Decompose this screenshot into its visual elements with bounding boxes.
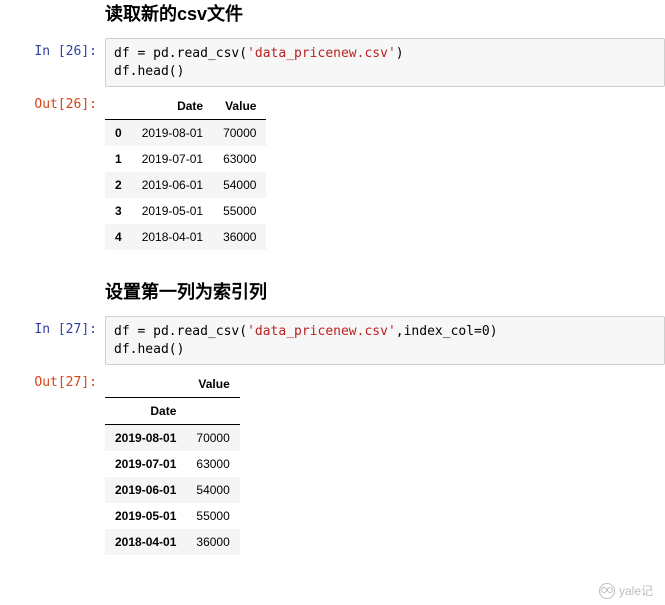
input-prompt: In [26]:: [0, 38, 105, 87]
table-row: 0 2019-08-01 70000: [105, 120, 266, 147]
row-index: 2019-05-01: [105, 503, 186, 529]
table-row: 2019-08-01 70000: [105, 425, 240, 452]
table-row: 4 2018-04-01 36000: [105, 224, 266, 250]
blank-header: [186, 398, 239, 425]
code-token: df.head(): [114, 342, 184, 357]
output-cell: Out[27]: Value Date 2019-08-01 7: [0, 367, 665, 557]
code-input[interactable]: df = pd.read_csv('data_pricenew.csv',ind…: [105, 316, 665, 365]
output-prompt: Out[27]:: [0, 369, 105, 555]
cell: 70000: [213, 120, 266, 147]
cell: 2019-07-01: [132, 146, 213, 172]
column-header: Value: [213, 93, 266, 120]
table-row: 2019-06-01 54000: [105, 477, 240, 503]
code-token: df = pd.read_csv(: [114, 46, 247, 61]
table-row: 2 2019-06-01 54000: [105, 172, 266, 198]
code-string: 'data_pricenew.csv': [247, 46, 396, 61]
row-index: 4: [105, 224, 132, 250]
code-token: ): [396, 46, 404, 61]
code-token: ,index_col=0): [396, 324, 498, 339]
row-index: 0: [105, 120, 132, 147]
row-index: 1: [105, 146, 132, 172]
code-cell: In [27]: df = pd.read_csv('data_pricenew…: [0, 314, 665, 367]
code-string: 'data_pricenew.csv': [247, 324, 396, 339]
cell: 55000: [186, 503, 239, 529]
column-header: Date: [132, 93, 213, 120]
cell: 36000: [213, 224, 266, 250]
code-token: df = pd.read_csv(: [114, 324, 247, 339]
markdown-heading: 读取新的csv文件: [0, 0, 665, 26]
dataframe-table: Date Value 0 2019-08-01 70000 1 2019-07-…: [105, 93, 266, 250]
output-prompt: Out[26]:: [0, 91, 105, 250]
table-row: 2019-07-01 63000: [105, 451, 240, 477]
row-index: 2: [105, 172, 132, 198]
cell: 54000: [213, 172, 266, 198]
code-token: df.head(): [114, 64, 184, 79]
cell: 2019-06-01: [132, 172, 213, 198]
code-input[interactable]: df = pd.read_csv('data_pricenew.csv') df…: [105, 38, 665, 87]
cell: 55000: [213, 198, 266, 224]
row-index: 2019-06-01: [105, 477, 186, 503]
index-header: [105, 371, 186, 398]
cell: 54000: [186, 477, 239, 503]
index-header: [105, 93, 132, 120]
cell: 63000: [186, 451, 239, 477]
cell: 2019-08-01: [132, 120, 213, 147]
table-row: 2019-05-01 55000: [105, 503, 240, 529]
code-cell: In [26]: df = pd.read_csv('data_pricenew…: [0, 36, 665, 89]
table-row: 1 2019-07-01 63000: [105, 146, 266, 172]
column-header: Value: [186, 371, 239, 398]
wechat-icon: [599, 583, 615, 599]
row-index: 2019-08-01: [105, 425, 186, 452]
row-index: 2018-04-01: [105, 529, 186, 555]
dataframe-table: Value Date 2019-08-01 70000 2019-07-01 6…: [105, 371, 240, 555]
cell: 2019-05-01: [132, 198, 213, 224]
watermark-text: yale记: [619, 582, 653, 599]
cell: 70000: [186, 425, 239, 452]
output-cell: Out[26]: Date Value 0 2019-08-01 70000: [0, 89, 665, 252]
table-row: 3 2019-05-01 55000: [105, 198, 266, 224]
watermark: yale记: [599, 582, 653, 599]
markdown-heading: 设置第一列为索引列: [0, 278, 665, 304]
row-index: 3: [105, 198, 132, 224]
input-prompt: In [27]:: [0, 316, 105, 365]
cell: 2018-04-01: [132, 224, 213, 250]
table-row: 2018-04-01 36000: [105, 529, 240, 555]
row-index: 2019-07-01: [105, 451, 186, 477]
index-name: Date: [105, 398, 186, 425]
cell: 63000: [213, 146, 266, 172]
cell: 36000: [186, 529, 239, 555]
